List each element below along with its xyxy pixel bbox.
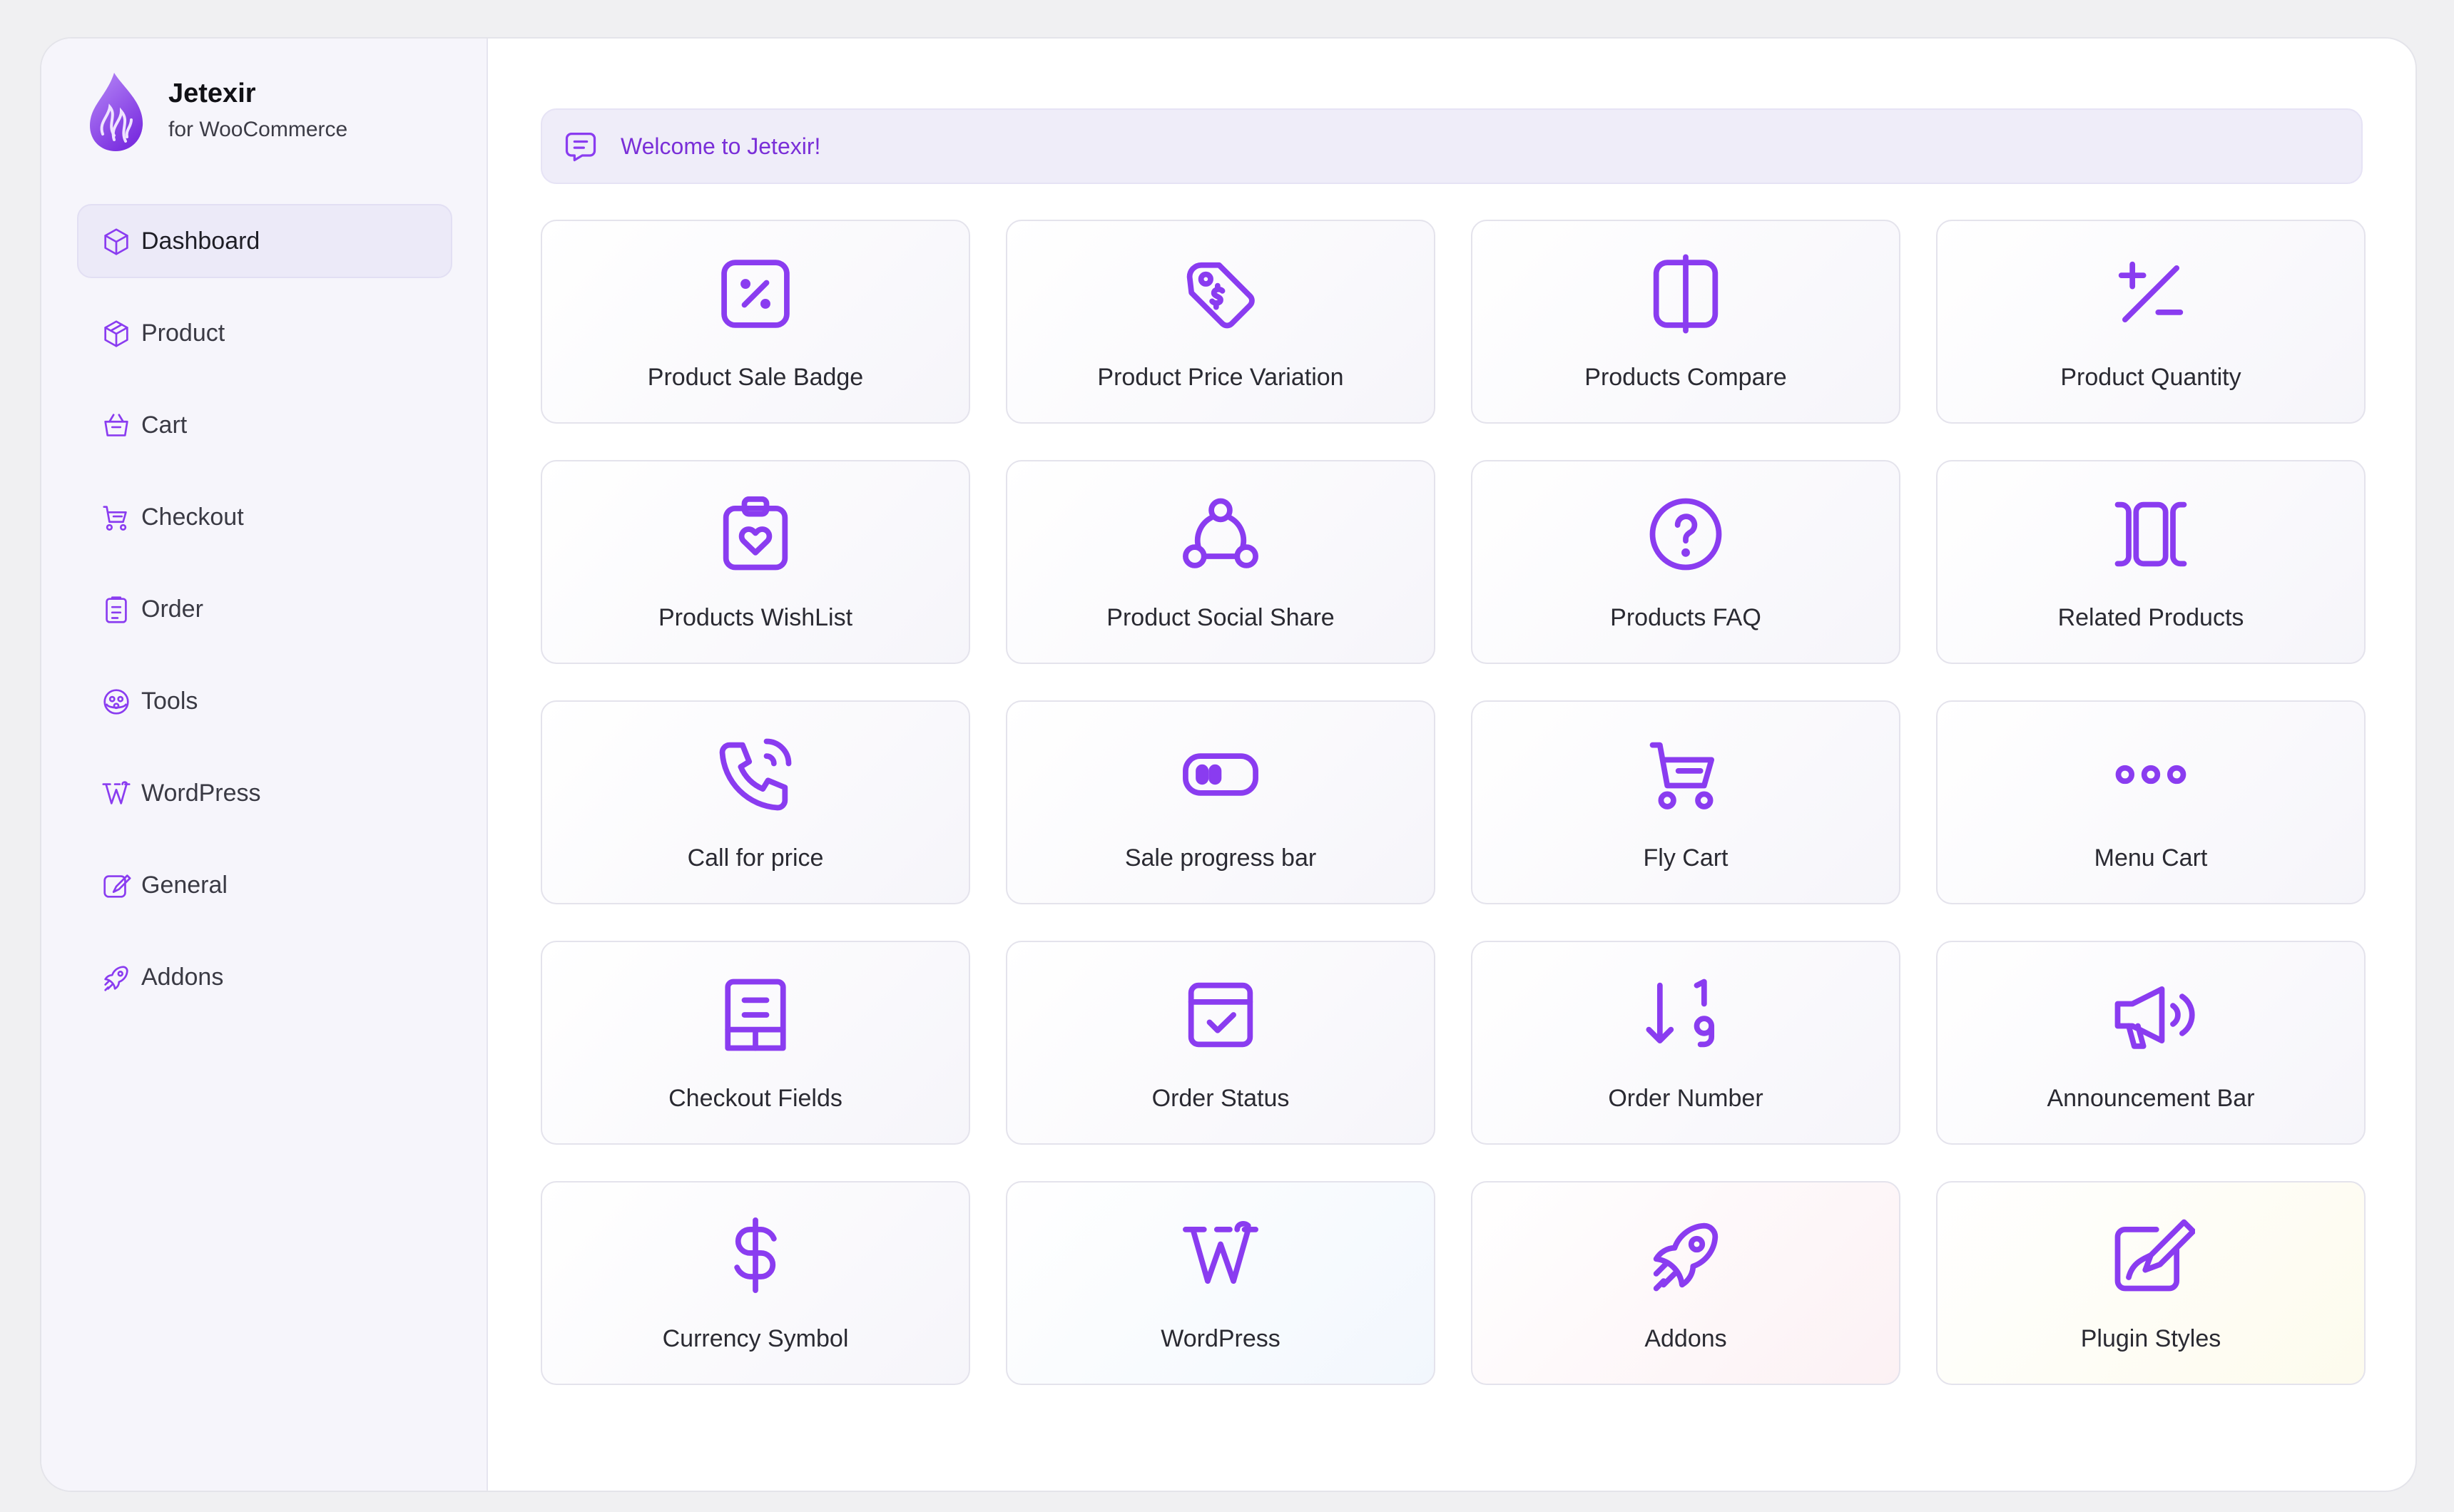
sidebar-item-general[interactable]: General <box>77 848 452 922</box>
carousel-icon <box>2107 490 2195 578</box>
welcome-banner: Welcome to Jetexir! <box>541 108 2363 184</box>
rocket-icon <box>100 961 133 994</box>
module-card-fly-cart[interactable]: Fly Cart <box>1471 700 1900 904</box>
phone-call-icon <box>711 730 800 819</box>
progress-icon <box>1176 730 1265 819</box>
module-card-order-status[interactable]: Order Status <box>1006 941 1435 1145</box>
module-card-order-number[interactable]: Order Number <box>1471 941 1900 1145</box>
sidebar-item-tools[interactable]: Tools <box>77 664 452 738</box>
module-label: Products Compare <box>1584 364 1787 391</box>
module-card-product-price-variation[interactable]: Product Price Variation <box>1006 220 1435 424</box>
module-label: Products WishList <box>658 604 853 631</box>
plus-minus-icon <box>2107 250 2195 338</box>
app-window: Jetexir for WooCommerce Dashboard Product… <box>40 37 2417 1492</box>
module-card-plugin-styles[interactable]: Plugin Styles <box>1936 1181 2366 1385</box>
receipt-icon <box>711 971 800 1059</box>
question-icon <box>1641 490 1730 578</box>
discount-icon <box>711 250 800 338</box>
module-label: Menu Cart <box>2094 844 2208 872</box>
main-content: Welcome to Jetexir! Product Sale Badge Pr… <box>488 39 2415 1491</box>
sidebar: Jetexir for WooCommerce Dashboard Product… <box>41 39 488 1491</box>
sidebar-item-product[interactable]: Product <box>77 296 452 370</box>
module-label: Order Status <box>1151 1085 1290 1112</box>
rocket-icon <box>1641 1211 1730 1299</box>
flame-logo-icon <box>90 73 143 151</box>
module-card-sale-progress-bar[interactable]: Sale progress bar <box>1006 700 1435 904</box>
edit-icon <box>100 869 133 902</box>
brand-name: Jetexir <box>168 78 256 108</box>
sidebar-item-checkout[interactable]: Checkout <box>77 480 452 554</box>
module-card-wordpress[interactable]: WordPress <box>1006 1181 1435 1385</box>
sort-numeric-icon <box>1641 971 1730 1059</box>
calendar-check-icon <box>1176 971 1265 1059</box>
module-label: Currency Symbol <box>662 1325 849 1352</box>
sidebar-item-label: Cart <box>141 411 188 439</box>
sidebar-item-label: WordPress <box>141 779 261 807</box>
module-card-product-social-share[interactable]: Product Social Share <box>1006 460 1435 664</box>
module-card-product-sale-badge[interactable]: Product Sale Badge <box>541 220 970 424</box>
box-icon <box>100 317 133 350</box>
speakerphone-icon <box>2107 971 2195 1059</box>
module-label: Product Price Variation <box>1097 364 1344 391</box>
sidebar-item-label: Tools <box>141 687 198 715</box>
module-card-menu-cart[interactable]: Menu Cart <box>1936 700 2366 904</box>
sidebar-item-order[interactable]: Order <box>77 572 452 646</box>
module-label: Announcement Bar <box>2047 1085 2255 1112</box>
sidebar-nav: Dashboard Product Cart Checkout Order Tools Wo… <box>77 204 452 1032</box>
sidebar-item-label: Order <box>141 595 203 623</box>
sidebar-item-dashboard[interactable]: Dashboard <box>77 204 452 278</box>
sidebar-item-label: Dashboard <box>141 227 260 255</box>
welcome-message: Welcome to Jetexir! <box>621 133 821 159</box>
sidebar-item-label: General <box>141 871 228 899</box>
wordpress-icon <box>1176 1211 1265 1299</box>
dots-icon <box>2107 730 2195 819</box>
module-label: Related Products <box>2057 604 2244 631</box>
wishlist-icon <box>711 490 800 578</box>
module-card-addons[interactable]: Addons <box>1471 1181 1900 1385</box>
dollar-icon <box>711 1211 800 1299</box>
sidebar-item-cart[interactable]: Cart <box>77 388 452 462</box>
brand-subtitle: for WooCommerce <box>168 118 348 141</box>
sidebar-item-addons[interactable]: Addons <box>77 940 452 1014</box>
module-label: Product Quantity <box>2060 364 2241 391</box>
module-label: Checkout Fields <box>668 1085 842 1112</box>
cart-icon <box>1641 730 1730 819</box>
tools-icon <box>100 685 133 718</box>
modules-grid: Product Sale Badge Product Price Variatio… <box>541 220 2366 1385</box>
module-label: Sale progress bar <box>1124 844 1317 872</box>
module-card-currency-symbol[interactable]: Currency Symbol <box>541 1181 970 1385</box>
module-card-products-compare[interactable]: Products Compare <box>1471 220 1900 424</box>
module-label: Plugin Styles <box>2080 1325 2221 1352</box>
cube-icon <box>100 225 133 258</box>
module-card-product-quantity[interactable]: Product Quantity <box>1936 220 2366 424</box>
clipboard-list-icon <box>100 593 133 626</box>
module-label: Products FAQ <box>1610 604 1761 631</box>
brand[interactable]: Jetexir for WooCommerce <box>86 70 347 153</box>
module-label: WordPress <box>1161 1325 1281 1352</box>
module-card-products-wishlist[interactable]: Products WishList <box>541 460 970 664</box>
brush-icon <box>2107 1211 2196 1299</box>
cart-icon <box>100 501 133 534</box>
social-share-icon <box>1176 490 1265 578</box>
module-label: Order Number <box>1608 1085 1763 1112</box>
module-card-products-faq[interactable]: Products FAQ <box>1471 460 1900 664</box>
module-card-related-products[interactable]: Related Products <box>1936 460 2366 664</box>
module-card-announcement-bar[interactable]: Announcement Bar <box>1936 941 2366 1145</box>
wordpress-icon <box>100 777 133 810</box>
message-icon <box>565 133 596 162</box>
module-card-call-for-price[interactable]: Call for price <box>541 700 970 904</box>
module-label: Product Sale Badge <box>647 364 864 391</box>
price-tag-icon <box>1176 250 1265 338</box>
compare-icon <box>1641 250 1730 338</box>
module-label: Fly Cart <box>1643 844 1729 872</box>
sidebar-item-label: Checkout <box>141 503 244 531</box>
module-label: Addons <box>1644 1325 1727 1352</box>
sidebar-item-wordpress[interactable]: WordPress <box>77 756 452 830</box>
basket-icon <box>100 409 133 442</box>
module-label: Product Social Share <box>1106 604 1335 631</box>
sidebar-item-label: Addons <box>141 963 224 991</box>
sidebar-item-label: Product <box>141 319 225 347</box>
module-card-checkout-fields[interactable]: Checkout Fields <box>541 941 970 1145</box>
module-label: Call for price <box>687 844 824 872</box>
